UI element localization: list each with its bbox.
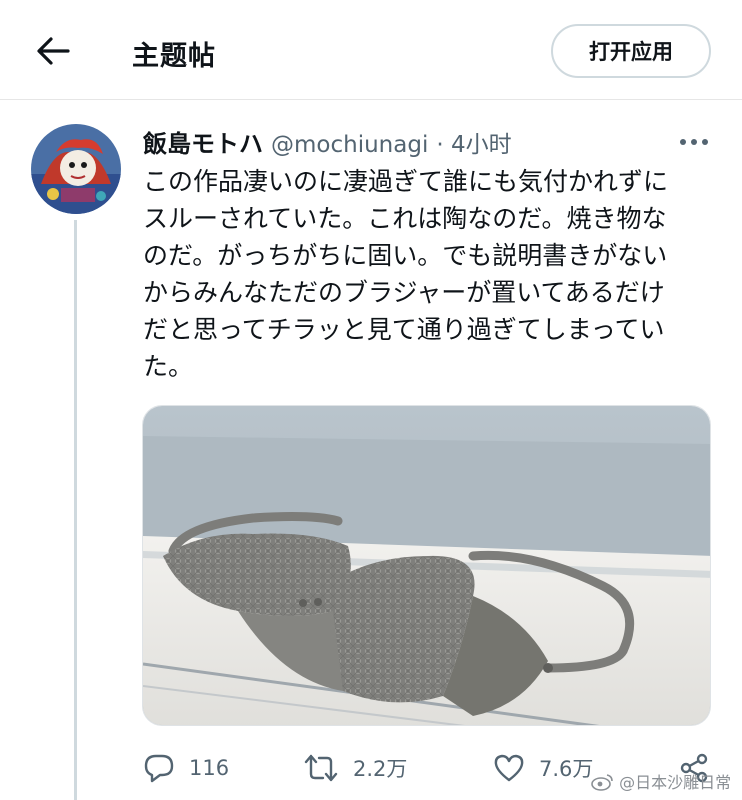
like-count: 7.6万 xyxy=(539,757,594,781)
like-button[interactable]: 7.6万 xyxy=(493,748,593,788)
reply-icon xyxy=(144,754,174,783)
user-handle[interactable]: @mochiunagi xyxy=(271,132,428,158)
display-name[interactable]: 飯島モトハ xyxy=(143,130,263,158)
retweet-button[interactable]: 2.2万 xyxy=(303,748,407,788)
watermark: @日本沙雕日常 xyxy=(590,769,731,793)
tweet-time[interactable]: · 4小时 xyxy=(436,132,511,158)
watermark-text: @日本沙雕日常 xyxy=(619,773,732,792)
reply-button[interactable]: 116 xyxy=(143,748,229,788)
reply-count: 116 xyxy=(189,756,230,780)
arrow-left-icon[interactable] xyxy=(36,36,70,66)
bra-sculpture-photo xyxy=(143,406,710,725)
page-title: 主题帖 xyxy=(132,41,216,72)
heart-icon xyxy=(494,754,524,782)
more-horizontal-icon[interactable] xyxy=(676,130,712,154)
avatar[interactable] xyxy=(31,124,121,214)
retweet-icon xyxy=(304,754,338,782)
avatar-image xyxy=(31,124,121,214)
tweet-image[interactable] xyxy=(142,405,711,726)
open-app-button[interactable]: 打开应用 xyxy=(551,24,711,78)
retweet-count: 2.2万 xyxy=(353,757,408,781)
weibo-logo-icon xyxy=(591,774,613,791)
top-bar: 主题帖 打开应用 xyxy=(0,0,742,100)
tweet-header: 飯島モトハ @mochiunagi · 4小时 xyxy=(143,124,512,160)
tweet-text: この作品凄いのに凄過ぎて誰にも気付かれずに スルーされていた。これは陶なのだ。焼… xyxy=(143,167,669,381)
thread-line xyxy=(74,220,77,800)
